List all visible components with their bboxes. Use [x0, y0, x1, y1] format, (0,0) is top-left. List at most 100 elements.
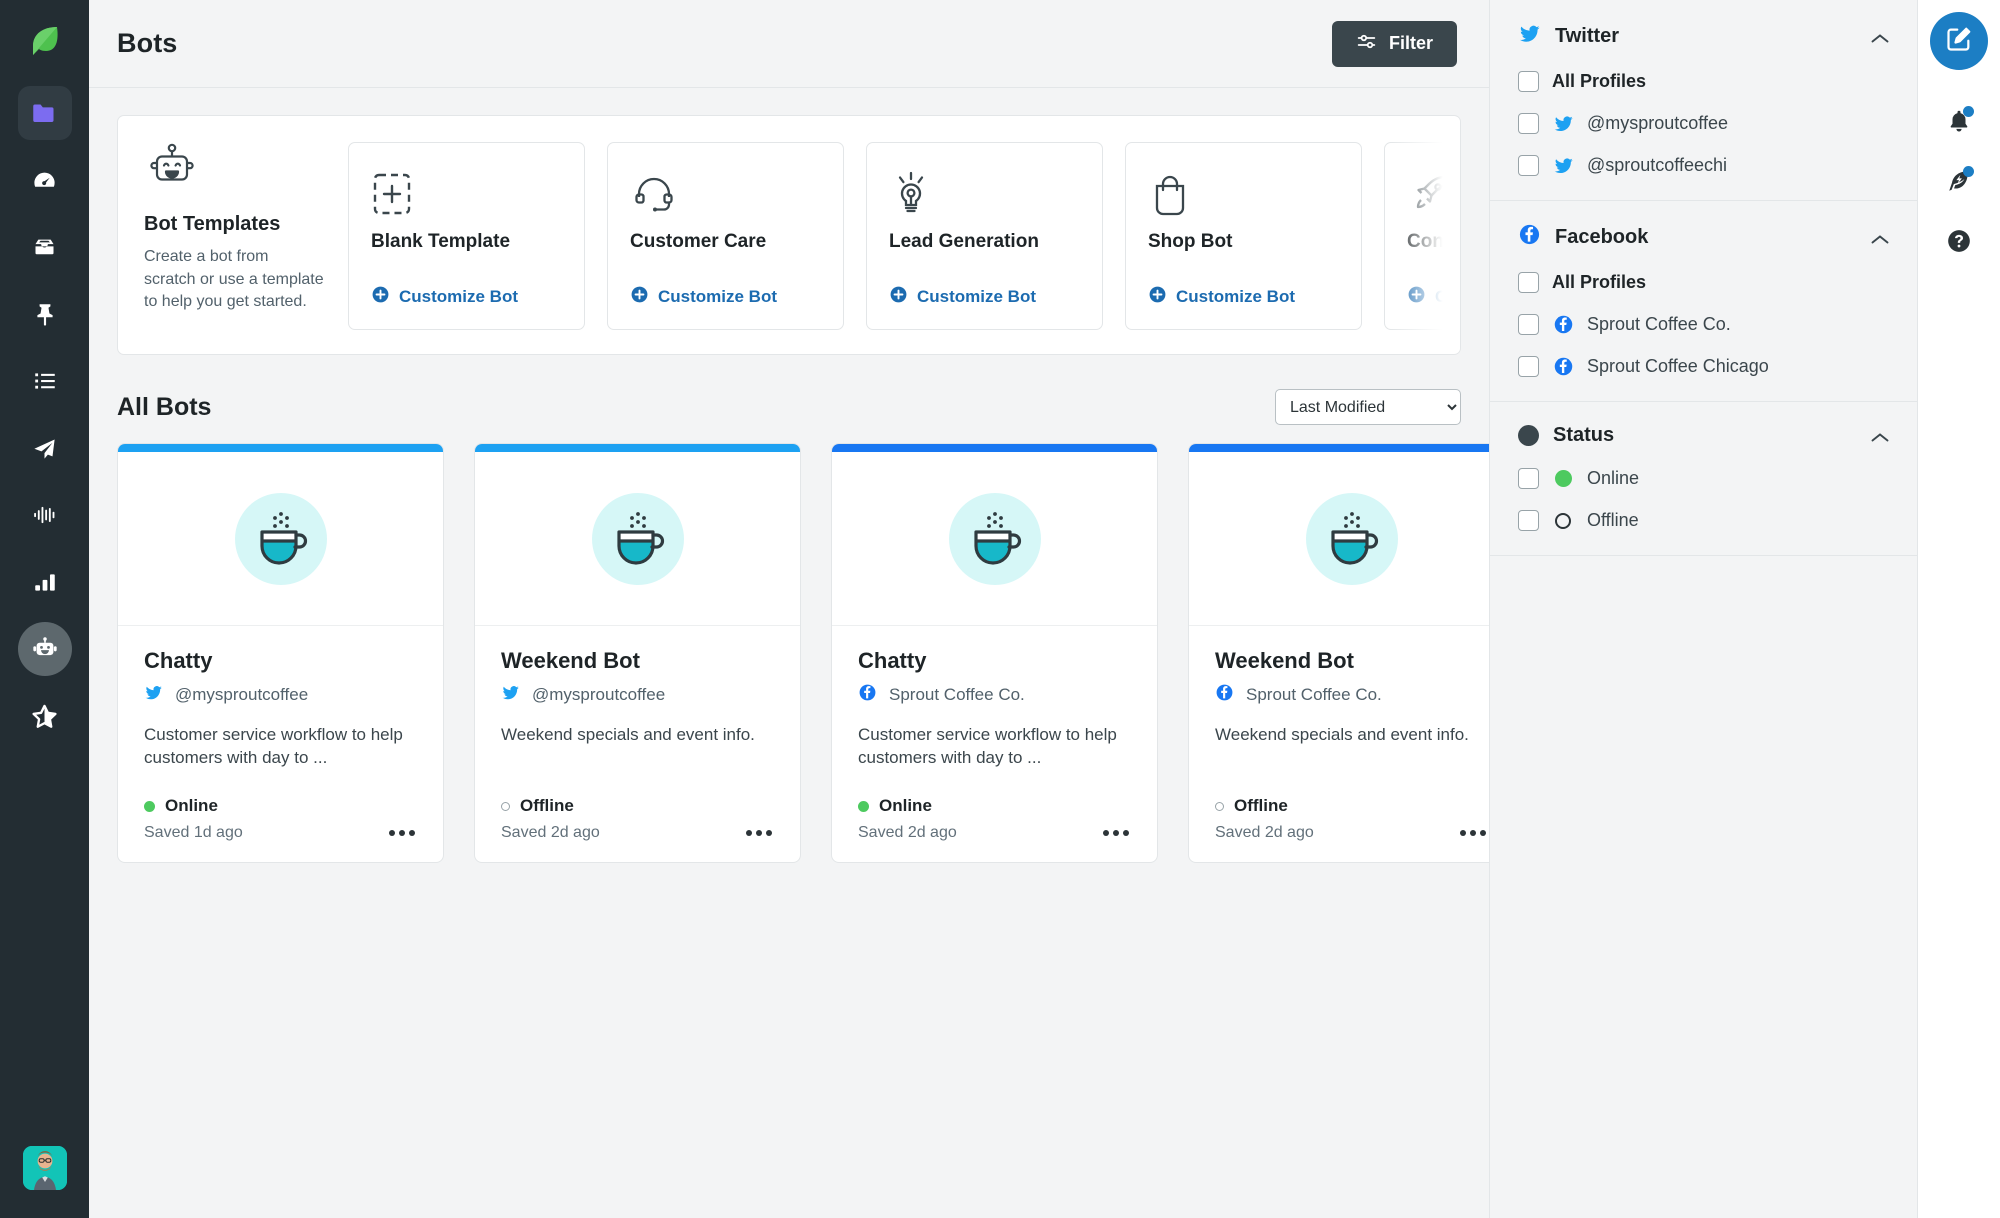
compose-button[interactable] — [1930, 12, 1988, 70]
filter-row-label: Sprout Coffee Chicago — [1587, 356, 1769, 376]
template-card[interactable]: Content D Customize Bot — [1384, 142, 1460, 330]
bot-templates-description: Create a bot from scratch or use a templ… — [144, 248, 324, 311]
customize-bot-link[interactable]: Customize Bot — [1407, 285, 1460, 309]
bot-status-label: Offline — [1234, 796, 1288, 815]
main-content: Bots Filter Bot Templates Create a bot f… — [89, 0, 1489, 1218]
sprout-leaf-logo[interactable] — [22, 18, 68, 64]
filter-row-profile[interactable]: @sproutcoffeechi — [1518, 155, 1889, 176]
help-button[interactable] — [1932, 216, 1986, 270]
checkbox[interactable] — [1518, 314, 1539, 335]
filter-group-header[interactable]: Twitter — [1518, 22, 1889, 50]
filter-row-status-online[interactable]: Online — [1518, 468, 1889, 489]
filter-row-status-offline[interactable]: Offline — [1518, 510, 1889, 531]
sidebar-item-bots[interactable] — [17, 622, 72, 676]
bot-name: Chatty — [858, 648, 927, 673]
bot-card[interactable]: Weekend Bot @mysproutcoffee Weekend spec… — [474, 443, 801, 864]
coffee-cup-icon — [948, 492, 1041, 585]
chevron-up-icon[interactable] — [1871, 430, 1889, 442]
status-dot-icon — [1518, 425, 1539, 446]
soundwave-icon — [32, 502, 58, 528]
filter-button[interactable]: Filter — [1331, 20, 1457, 67]
bot-card[interactable]: Chatty @mysproutcoffee Customer service … — [117, 443, 444, 864]
bot-options-menu-icon[interactable] — [1101, 824, 1131, 842]
bot-profile-name: Sprout Coffee Co. — [1246, 685, 1382, 704]
template-name: Content D — [1407, 231, 1460, 252]
template-card[interactable]: Customer Care Customize Bot — [607, 142, 844, 330]
status-dot-online-icon — [858, 800, 869, 812]
right-rail — [1917, 0, 2000, 1218]
template-card[interactable]: Shop Bot Customize Bot — [1125, 142, 1362, 330]
checkbox[interactable] — [1518, 356, 1539, 377]
status-dot-offline-icon — [1215, 801, 1224, 811]
filter-row-all-profiles[interactable]: All Profiles — [1518, 71, 1889, 92]
bot-templates-intro: Bot Templates Create a bot from scratch … — [118, 116, 348, 354]
filter-group-header[interactable]: Status — [1518, 424, 1889, 447]
app-root: Bots Filter Bot Templates Create a bot f… — [0, 0, 2000, 1218]
bot-templates-panel: Bot Templates Create a bot from scratch … — [117, 115, 1461, 355]
template-card[interactable]: Blank Template Customize Bot — [348, 142, 585, 330]
chevron-up-icon[interactable] — [1871, 232, 1889, 243]
bar-chart-icon — [32, 569, 58, 595]
sidebar-item-listening[interactable] — [18, 488, 72, 542]
bot-card[interactable]: Chatty Sprout Coffee Co. Customer servic… — [831, 443, 1158, 864]
bot-saved-time: Saved 2d ago — [501, 824, 600, 841]
robot-icon — [31, 635, 59, 663]
bot-card-body: Weekend Bot Sprout Coffee Co. Weekend sp… — [1189, 626, 1489, 862]
checkbox[interactable] — [1518, 71, 1539, 92]
checkbox[interactable] — [1518, 272, 1539, 293]
whats-new-button[interactable] — [1932, 156, 1986, 210]
bot-options-menu-icon[interactable] — [387, 824, 417, 842]
bot-status-label: Online — [165, 796, 218, 816]
filter-row-all-profiles[interactable]: All Profiles — [1518, 272, 1889, 293]
bot-saved-time: Saved 1d ago — [144, 824, 243, 842]
bot-card-body: Weekend Bot @mysproutcoffee Weekend spec… — [475, 626, 800, 862]
status-dot-online-icon — [144, 800, 155, 812]
facebook-icon — [1518, 223, 1541, 251]
bot-options-menu-icon[interactable] — [1458, 824, 1488, 842]
compose-pencil-icon — [1945, 25, 1973, 58]
sidebar-item-dashboard[interactable] — [18, 153, 72, 207]
filter-group-header[interactable]: Facebook — [1518, 223, 1889, 251]
bot-card[interactable]: Weekend Bot Sprout Coffee Co. Weekend sp… — [1188, 443, 1489, 864]
customize-bot-link[interactable]: Customize Bot — [630, 285, 821, 309]
filter-row-profile[interactable]: Sprout Coffee Co. — [1518, 314, 1889, 335]
circle-plus-icon — [1148, 285, 1167, 309]
template-card[interactable]: Lead Generation Customize Bot — [866, 142, 1103, 330]
customize-bot-link[interactable]: Customize Bot — [371, 285, 562, 309]
filter-group-twitter: Twitter All Profiles @mysproutcoffee @sp… — [1490, 0, 1917, 201]
twitter-bird-icon — [1518, 22, 1541, 50]
bot-profile-name: @mysproutcoffee — [175, 685, 309, 704]
sidebar-item-tasks[interactable] — [18, 354, 72, 408]
sidebar-item-pinned[interactable] — [18, 287, 72, 341]
notification-badge — [1963, 106, 1974, 117]
filter-row-label: Online — [1587, 468, 1640, 488]
bot-avatar-area — [832, 452, 1157, 626]
checkbox[interactable] — [1518, 468, 1539, 489]
whats-new-badge — [1963, 166, 1974, 177]
filter-button-label: Filter — [1388, 33, 1433, 53]
customize-bot-link[interactable]: Customize Bot — [889, 285, 1080, 309]
sidebar-item-reviews[interactable] — [18, 689, 72, 743]
checkbox[interactable] — [1518, 510, 1539, 531]
sidebar-item-assets[interactable] — [17, 86, 72, 140]
filter-group-status: Status Online Offline — [1490, 402, 1917, 556]
checkbox[interactable] — [1518, 155, 1539, 176]
bot-card-footer: Saved 2d ago — [858, 824, 1131, 862]
avatar[interactable] — [22, 1146, 67, 1190]
filter-row-profile[interactable]: Sprout Coffee Chicago — [1518, 356, 1889, 377]
filter-panel: Twitter All Profiles @mysproutcoffee @sp… — [1489, 0, 1917, 1218]
notifications-button[interactable] — [1932, 96, 1986, 150]
bot-card-footer: Saved 1d ago — [144, 824, 417, 862]
filter-row-label: @sproutcoffeechi — [1587, 155, 1728, 175]
filter-row-profile[interactable]: @mysproutcoffee — [1518, 113, 1889, 134]
sidebar-item-smart-inbox[interactable] — [18, 220, 72, 274]
inbox-icon — [31, 234, 58, 261]
bot-saved-time: Saved 2d ago — [1215, 824, 1314, 841]
sidebar-item-publishing[interactable] — [18, 421, 72, 475]
sidebar-item-reports[interactable] — [18, 555, 72, 609]
sort-select[interactable]: Last Modified — [1275, 389, 1461, 425]
bot-options-menu-icon[interactable] — [744, 824, 774, 842]
customize-bot-link[interactable]: Customize Bot — [1148, 285, 1339, 309]
chevron-up-icon[interactable] — [1871, 31, 1889, 42]
checkbox[interactable] — [1518, 113, 1539, 134]
